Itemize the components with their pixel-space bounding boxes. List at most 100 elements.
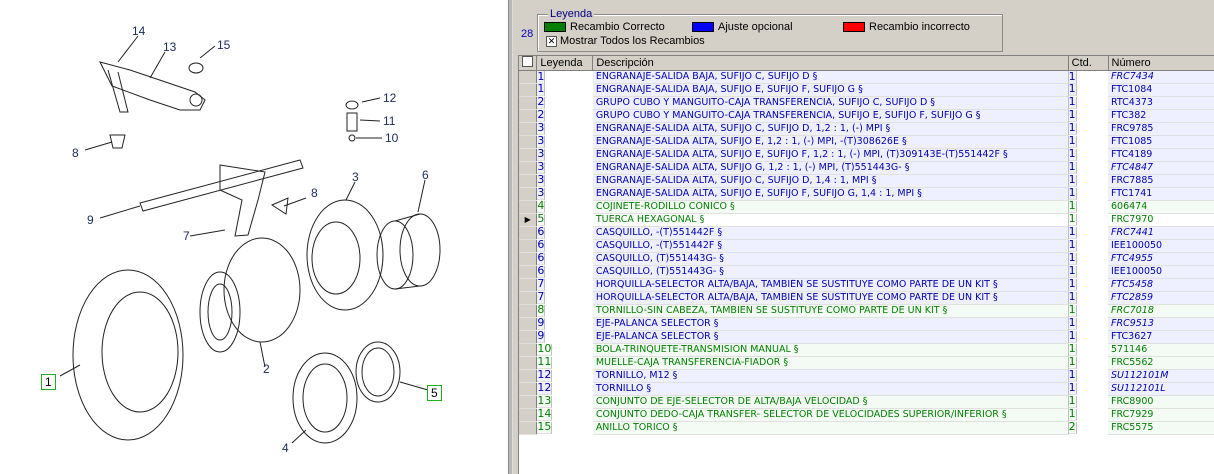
table-row[interactable]: 6 CASQUILLO, -(T)551442F § 1 IEE100050: [519, 239, 1214, 253]
row-selector[interactable]: [519, 70, 538, 84]
row-selector[interactable]: [519, 369, 538, 383]
table-row[interactable]: 9 EJE-PALANCA SELECTOR § 1 FRC9513: [519, 317, 1214, 331]
table-row[interactable]: 13 CONJUNTO DE EJE-SELECTOR DE ALTA/BAJA …: [519, 395, 1214, 409]
table-row[interactable]: 2 GRUPO CUBO Y MANGUITO-CAJA TRANSFERENCI…: [519, 96, 1214, 110]
row-legend: 7: [537, 291, 546, 305]
show-all-parts-checkbox[interactable]: ✕ Mostrar Todos los Recambios: [546, 35, 705, 47]
row-selector[interactable]: [519, 291, 538, 305]
callout-13[interactable]: 13: [163, 40, 176, 54]
row-number: FTC1741: [1108, 187, 1214, 201]
table-row[interactable]: ▶ 5 TUERCA HEXAGONAL § 1 FRC7970: [519, 213, 1214, 227]
row-description: ANILLO TÓRICO §: [592, 421, 1069, 435]
row-selector[interactable]: [519, 265, 538, 279]
table-row[interactable]: 15 ANILLO TÓRICO § 2 FRC5575: [519, 421, 1214, 435]
table-row[interactable]: 7 HORQUILLA-SELECTOR ALTA/BAJA, TAMBIÉN S…: [519, 291, 1214, 305]
row-selector[interactable]: [519, 330, 538, 344]
header-description[interactable]: Descripción: [592, 56, 1069, 71]
row-selector[interactable]: [519, 343, 538, 357]
row-selector[interactable]: [519, 395, 538, 409]
row-selector[interactable]: [519, 187, 538, 201]
row-selector[interactable]: [519, 278, 538, 292]
table-row[interactable]: 1 ENGRANAJE-SALIDA BAJA, SUFIJO C, SUFIJO…: [519, 70, 1214, 84]
row-selector[interactable]: [519, 83, 538, 97]
callout-8-top[interactable]: 8: [72, 146, 79, 160]
row-selector[interactable]: [519, 135, 538, 149]
row-number: FRC7441: [1108, 226, 1214, 240]
table-row[interactable]: 12 TORNILLO § 1 SU112101L: [519, 382, 1214, 396]
callout-14[interactable]: 14: [132, 24, 145, 38]
table-row[interactable]: 3 ENGRANAJE-SALIDA ALTA, SUFIJO C, SUFIJO…: [519, 122, 1214, 136]
select-all-header[interactable]: [519, 56, 538, 71]
callout-9[interactable]: 9: [87, 213, 94, 227]
callout-2[interactable]: 2: [263, 362, 270, 376]
table-row[interactable]: 3 ENGRANAJE-SALIDA ALTA, SUFIJO G, 1,2 : …: [519, 161, 1214, 175]
parts-table: Leyenda Descripción Ctd. Número 1 ENGRANA…: [519, 56, 1214, 435]
row-selector[interactable]: [519, 408, 538, 422]
callout-7[interactable]: 7: [183, 229, 190, 243]
callout-12[interactable]: 12: [383, 91, 396, 105]
table-row[interactable]: 6 CASQUILLO, (T)551443G- § 1 FTC4955: [519, 252, 1214, 266]
row-number: SU112101M: [1108, 369, 1214, 383]
row-selector[interactable]: [519, 109, 538, 123]
header-qty[interactable]: Ctd.: [1068, 56, 1109, 71]
row-legend: 11: [537, 356, 553, 370]
table-row[interactable]: 3 ENGRANAJE-SALIDA ALTA, SUFIJO E, 1,2 : …: [519, 135, 1214, 149]
table-row[interactable]: 9 EJE-PALANCA SELECTOR § 1 FTC3627: [519, 330, 1214, 344]
table-row[interactable]: 4 COJINETE-RODILLO CÓNICO § 1 606474: [519, 200, 1214, 214]
row-selector[interactable]: [519, 421, 538, 435]
row-number: FRC5575: [1108, 421, 1214, 435]
row-selector[interactable]: [519, 304, 538, 318]
callout-8-fork[interactable]: 8: [311, 186, 318, 200]
row-description: ENGRANAJE-SALIDA ALTA, SUFIJO E, SUFIJO …: [592, 148, 1069, 162]
row-description: GRUPO CUBO Y MANGUITO-CAJA TRANSFERENCIA…: [592, 96, 1069, 110]
table-row[interactable]: 14 CONJUNTO DEDO-CAJA TRANSFER- SELECTOR …: [519, 408, 1214, 422]
table-row[interactable]: 6 CASQUILLO, (T)551443G- § 1 IEE100050: [519, 265, 1214, 279]
row-selector[interactable]: [519, 174, 538, 188]
callout-4[interactable]: 4: [282, 441, 289, 455]
callout-6[interactable]: 6: [422, 168, 429, 182]
row-legend: 2: [537, 96, 546, 110]
row-selector[interactable]: [519, 96, 538, 110]
row-qty: 2: [1068, 421, 1077, 435]
table-row[interactable]: 11 MUELLE-CAJA TRANSFERENCIA-FIADOR § 1 FRC…: [519, 356, 1214, 370]
table-row[interactable]: 1 ENGRANAJE-SALIDA BAJA, SUFIJO E, SUFIJO…: [519, 83, 1214, 97]
row-selector[interactable]: [519, 239, 538, 253]
table-row[interactable]: 3 ENGRANAJE-SALIDA ALTA, SUFIJO E, SUFIJO…: [519, 187, 1214, 201]
header-number[interactable]: Número: [1108, 56, 1214, 71]
table-row[interactable]: 6 CASQUILLO, -(T)551442F § 1 FRC7441: [519, 226, 1214, 240]
callout-15[interactable]: 15: [217, 38, 230, 52]
row-qty: 1: [1068, 135, 1077, 149]
row-selector[interactable]: [519, 148, 538, 162]
row-selector[interactable]: [519, 382, 538, 396]
row-selector[interactable]: [519, 317, 538, 331]
row-description: ENGRANAJE-SALIDA ALTA, SUFIJO E, SUFIJO …: [592, 187, 1069, 201]
header-legend[interactable]: Leyenda: [536, 56, 594, 71]
parts-table-container[interactable]: Leyenda Descripción Ctd. Número 1 ENGRANA…: [518, 55, 1214, 474]
callout-5[interactable]: 5: [427, 385, 442, 401]
row-selector[interactable]: [519, 226, 538, 240]
table-row[interactable]: 3 ENGRANAJE-SALIDA ALTA, SUFIJO E, SUFIJO…: [519, 148, 1214, 162]
row-selector[interactable]: [519, 122, 538, 136]
table-row[interactable]: 3 ENGRANAJE-SALIDA ALTA, SUFIJO C, SUFIJO…: [519, 174, 1214, 188]
row-selector[interactable]: [519, 161, 538, 175]
callout-1[interactable]: 1: [41, 374, 56, 390]
callout-11[interactable]: 11: [383, 114, 395, 128]
row-number: FRC5562: [1108, 356, 1214, 370]
row-pointer-icon[interactable]: ▶: [519, 213, 538, 227]
row-selector[interactable]: [519, 252, 538, 266]
table-row[interactable]: 7 HORQUILLA-SELECTOR ALTA/BAJA, TAMBIÉN S…: [519, 278, 1214, 292]
callout-10[interactable]: 10: [385, 131, 398, 145]
header-checkbox-icon[interactable]: [522, 56, 534, 67]
blue-swatch-icon: [692, 22, 714, 32]
row-selector[interactable]: [519, 200, 538, 214]
table-row[interactable]: 12 TORNILLO, M12 § 1 SU112101M: [519, 369, 1214, 383]
checkbox-checked-icon[interactable]: ✕: [546, 35, 557, 47]
table-row[interactable]: 8 TORNILLO-SIN CABEZA, TAMBIÉN SE SUSTITU…: [519, 304, 1214, 318]
row-selector[interactable]: [519, 356, 538, 370]
callout-3[interactable]: 3: [352, 170, 359, 184]
row-number: FTC382: [1108, 109, 1214, 123]
row-qty: 1: [1068, 226, 1077, 240]
row-description: TORNILLO-SIN CABEZA, TAMBIÉN SE SUSTITUY…: [592, 304, 1069, 318]
table-row[interactable]: 2 GRUPO CUBO Y MANGUITO-CAJA TRANSFERENCI…: [519, 109, 1214, 123]
table-row[interactable]: 10 BOLA-TRINQUETE-TRANSMISIÓN MANUAL § 1 57…: [519, 343, 1214, 357]
